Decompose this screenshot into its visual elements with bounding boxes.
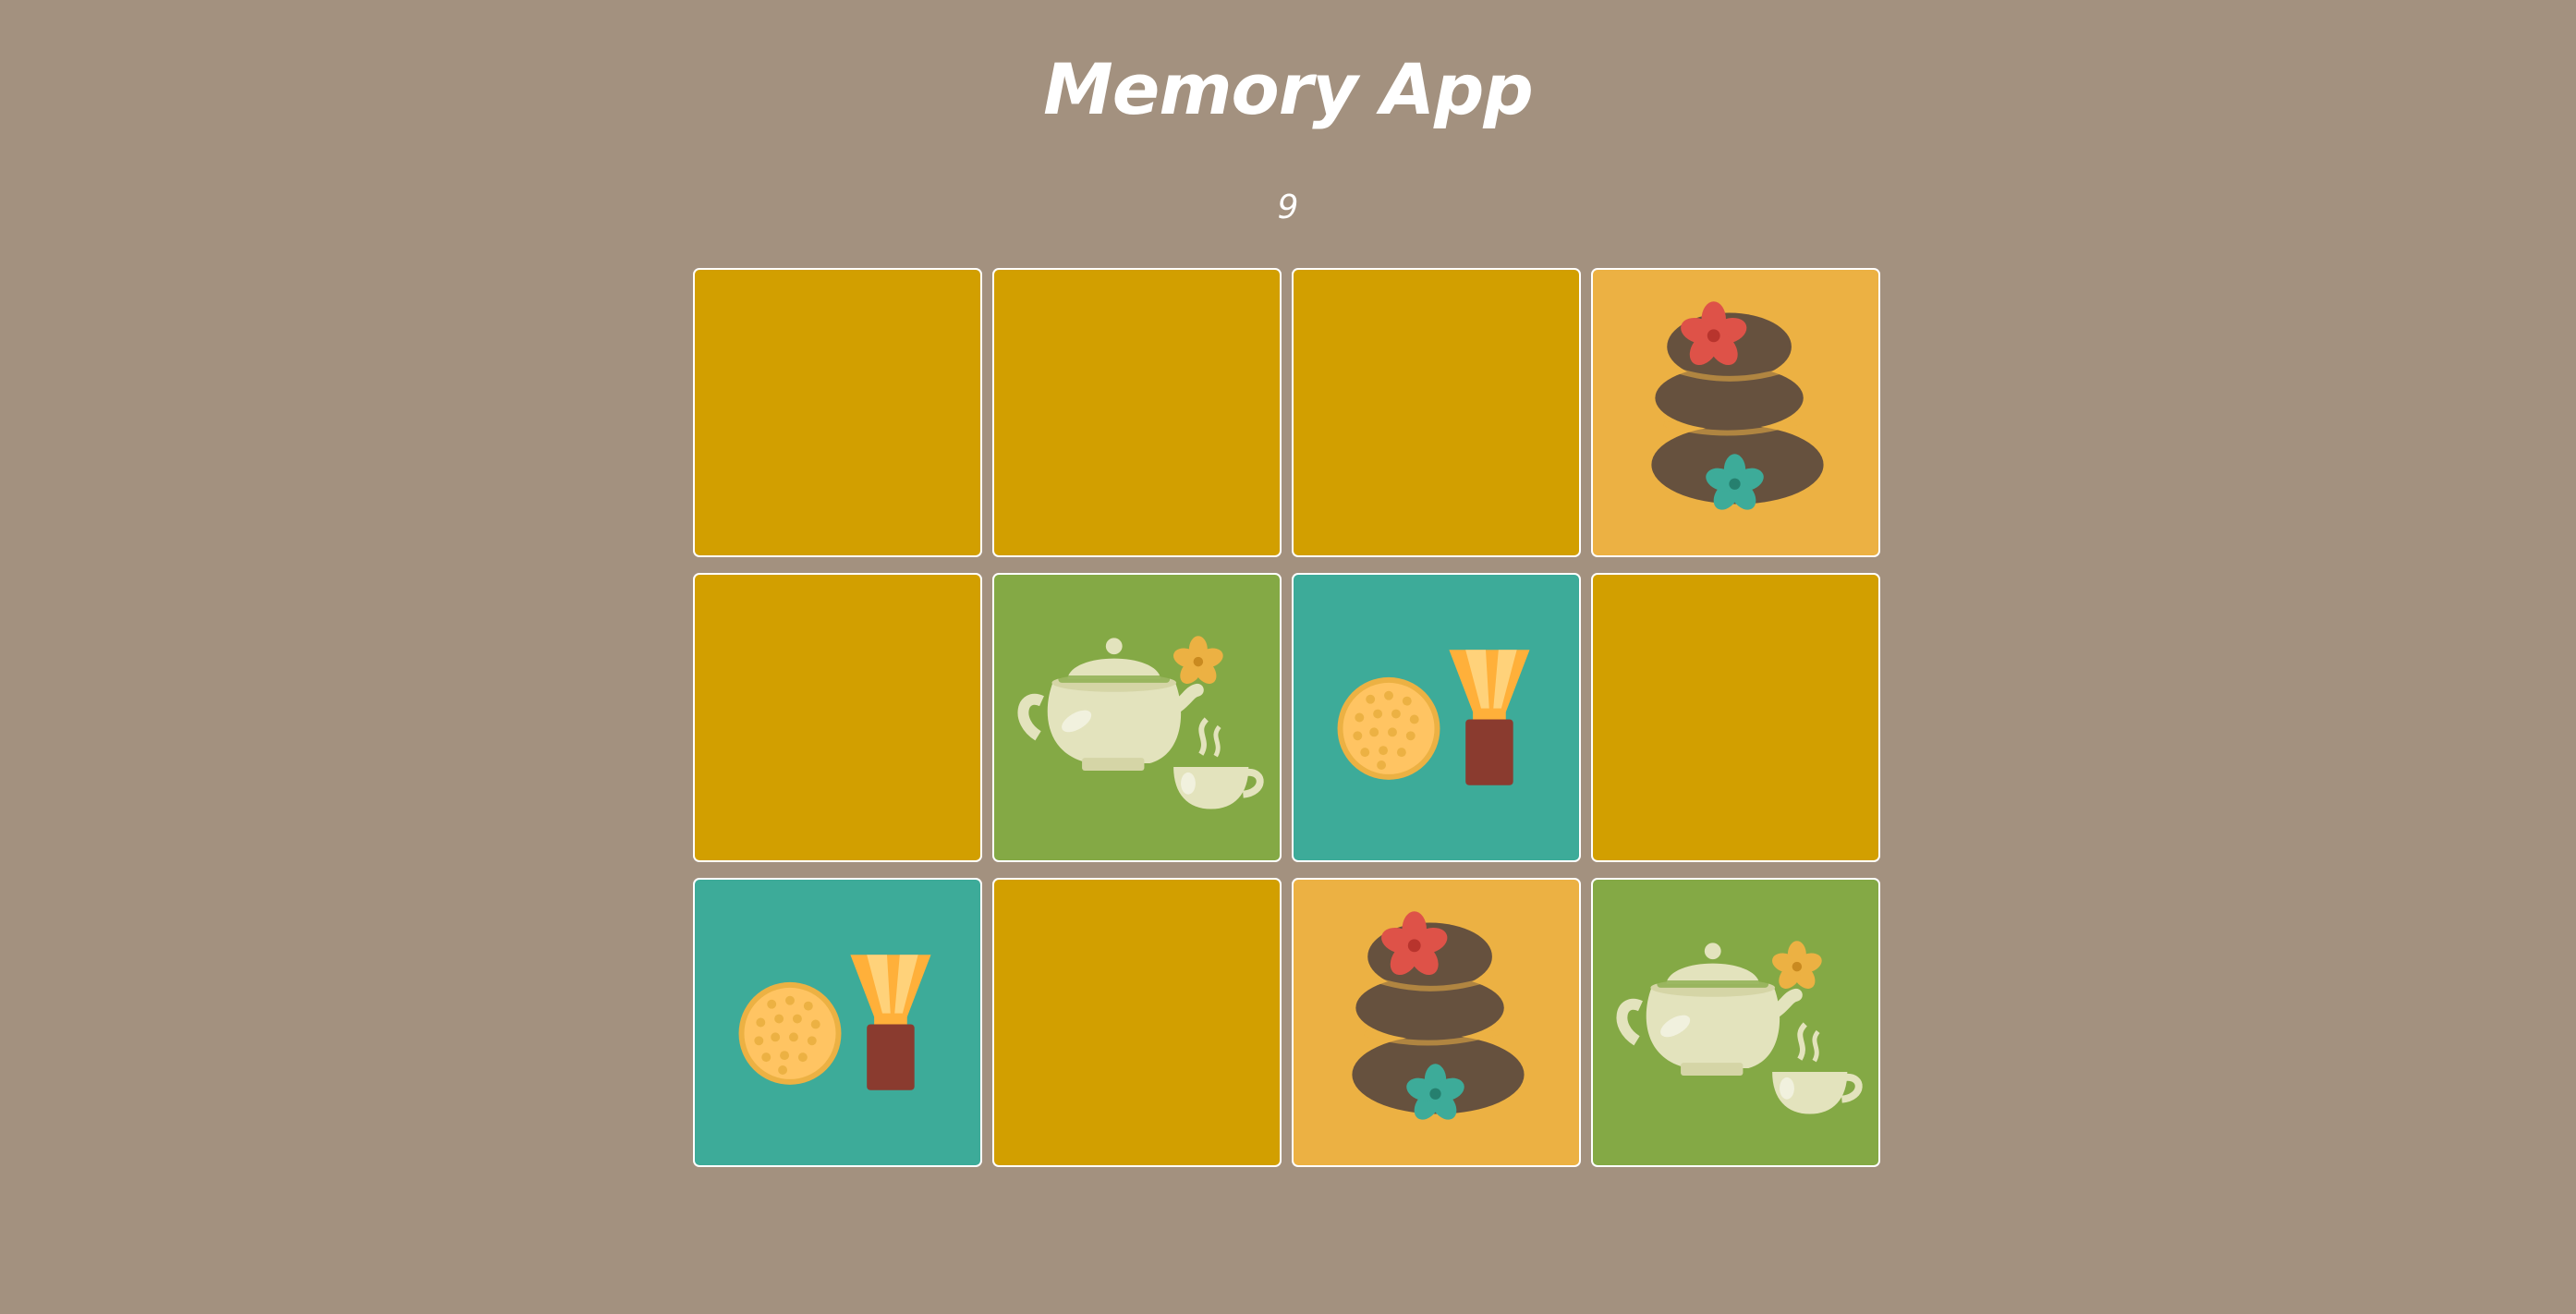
move-counter: 9 (1277, 189, 1299, 226)
app-title: Memory App (1043, 48, 1534, 130)
card-face-up[interactable] (992, 573, 1282, 862)
card-face-down[interactable] (1292, 268, 1581, 557)
card-face-down[interactable] (693, 268, 982, 557)
card-face-down[interactable] (992, 878, 1282, 1167)
card-face-up[interactable] (1591, 878, 1880, 1167)
card-face-down[interactable] (1591, 573, 1880, 862)
card-grid (693, 268, 1881, 1168)
card-face-up[interactable] (693, 878, 982, 1167)
matcha-whisk-icon (1294, 575, 1579, 860)
teapot-icon (1593, 880, 1878, 1165)
teapot-icon (994, 575, 1280, 860)
card-face-up[interactable] (1591, 268, 1880, 557)
spa-stones-icon (1294, 880, 1579, 1165)
matcha-whisk-icon (695, 880, 980, 1165)
spa-stones-icon (1593, 270, 1878, 555)
card-face-down[interactable] (693, 573, 982, 862)
card-face-up[interactable] (1292, 878, 1581, 1167)
card-face-up[interactable] (1292, 573, 1581, 862)
card-face-down[interactable] (992, 268, 1282, 557)
